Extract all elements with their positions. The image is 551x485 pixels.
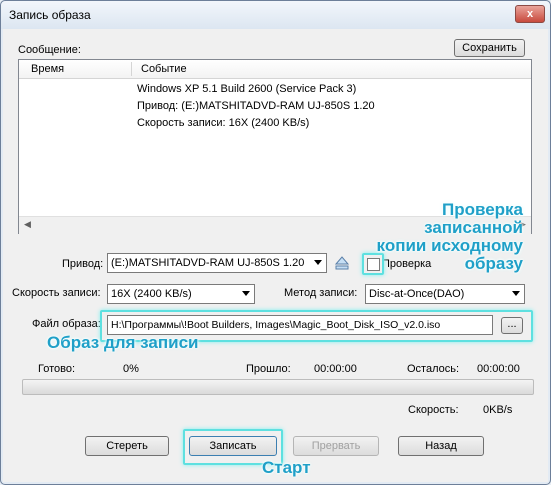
scroll-left-icon[interactable]: ◀ xyxy=(24,219,31,230)
log-row: Windows XP 5.1 Build 2600 (Service Pack … xyxy=(137,83,357,95)
chevron-down-icon xyxy=(512,291,520,296)
log-row: Привод: (E:)MATSHITADVD-RAM UJ-850S 1.20 xyxy=(137,100,375,112)
message-label: Сообщение: xyxy=(18,44,81,56)
method-label: Метод записи: xyxy=(284,287,358,299)
ready-label: Готово: xyxy=(38,363,76,375)
ready-value: 0% xyxy=(123,363,139,375)
back-button[interactable]: Назад xyxy=(398,436,484,456)
remaining-value: 00:00:00 xyxy=(477,363,520,375)
method-value: Disc-at-Once(DAO) xyxy=(369,288,465,300)
annotation-verify: Проверка записанной копии исходному обра… xyxy=(376,200,523,273)
column-time[interactable]: Время xyxy=(31,63,64,75)
speed-value: 16X (2400 KB/s) xyxy=(111,288,192,300)
drive-select[interactable]: (E:)MATSHITADVD-RAM UJ-850S 1.20 xyxy=(107,253,327,273)
drive-value: (E:)MATSHITADVD-RAM UJ-850S 1.20 xyxy=(111,257,305,269)
column-divider[interactable] xyxy=(131,62,132,76)
annotation-image: Образ для записи xyxy=(47,333,199,352)
chevron-down-icon xyxy=(242,291,250,296)
column-event[interactable]: Событие xyxy=(141,63,187,75)
remaining-label: Осталось: xyxy=(407,363,460,375)
chevron-down-icon xyxy=(314,260,322,265)
burn-progress-bar xyxy=(22,379,534,395)
close-button[interactable]: x xyxy=(515,5,545,23)
title-bar: Запись образа x xyxy=(1,1,550,29)
erase-button[interactable]: Стереть xyxy=(85,436,169,456)
method-select[interactable]: Disc-at-Once(DAO) xyxy=(365,284,525,304)
save-log-button[interactable]: Сохранить xyxy=(454,39,525,57)
speed-status-label: Скорость: xyxy=(408,404,459,416)
dialog-client: Сообщение: Сохранить Время Событие Windo… xyxy=(3,29,548,482)
speed-status-value: 0KB/s xyxy=(483,404,513,416)
speed-label: Скорость записи: xyxy=(12,287,101,299)
burn-image-window: Запись образа x Сообщение: Сохранить Вре… xyxy=(0,0,551,485)
log-row: Скорость записи: 16X (2400 KB/s) xyxy=(137,117,310,129)
image-file-label: Файл образа: xyxy=(32,318,101,330)
window-title: Запись образа xyxy=(9,8,91,22)
annotation-start: Старт xyxy=(262,458,311,477)
abort-button[interactable]: Прервать xyxy=(293,436,379,456)
speed-select[interactable]: 16X (2400 KB/s) xyxy=(107,284,255,304)
elapsed-label: Прошло: xyxy=(246,363,291,375)
log-header: Время Событие xyxy=(19,60,531,79)
drive-label: Привод: xyxy=(62,258,104,270)
elapsed-value: 00:00:00 xyxy=(314,363,357,375)
